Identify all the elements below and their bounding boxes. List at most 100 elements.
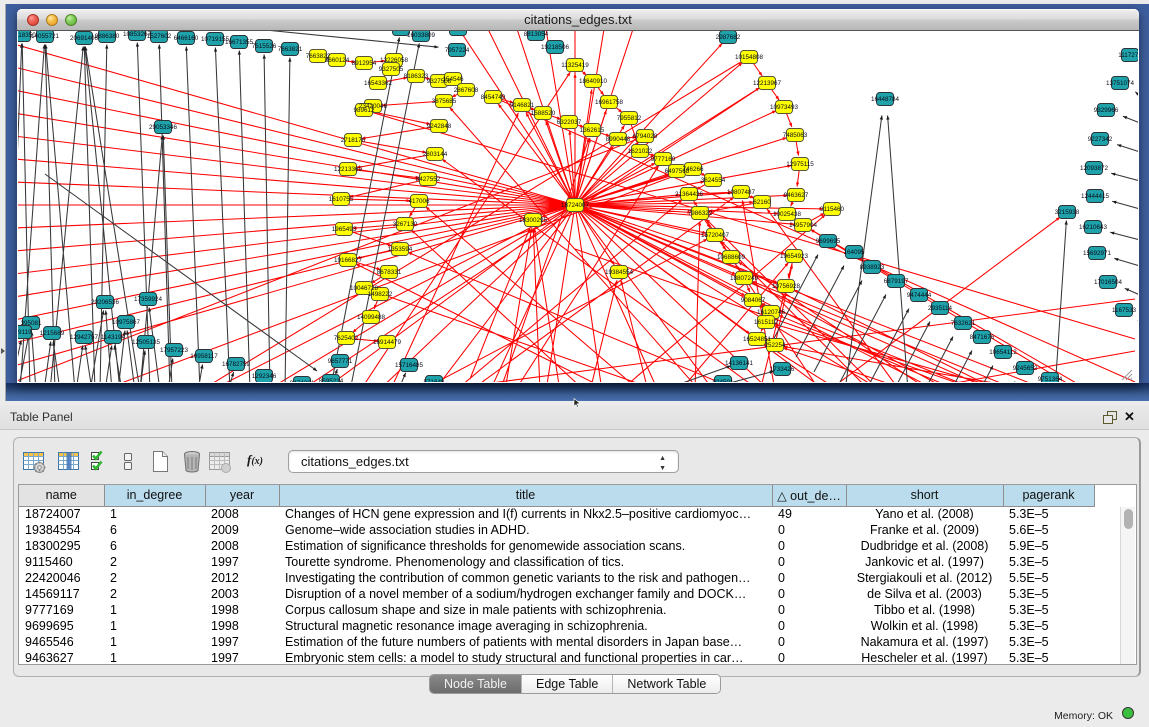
svg-text:10688609: 10688609 (717, 254, 746, 261)
svg-text:9084067: 9084067 (741, 297, 766, 304)
svg-text:15716485: 15716485 (395, 362, 424, 369)
svg-text:1615112: 1615112 (754, 319, 779, 326)
svg-text:2803144: 2803144 (423, 151, 448, 158)
svg-text:19654923: 19654923 (780, 253, 809, 260)
svg-text:7515526: 7515526 (252, 43, 277, 50)
svg-text:924501: 924501 (712, 379, 734, 382)
svg-text:14957904: 14957904 (789, 222, 818, 229)
svg-text:1610755: 1610755 (329, 196, 354, 203)
svg-text:16782759: 16782759 (222, 361, 251, 368)
svg-text:9777169: 9777169 (651, 156, 676, 163)
svg-text:11325419: 11325419 (561, 62, 589, 69)
svg-text:8938923: 8938923 (860, 264, 885, 271)
svg-text:9242848: 9242848 (427, 123, 452, 130)
svg-text:1965493: 1965493 (332, 226, 357, 233)
svg-text:6466160: 6466160 (174, 35, 199, 42)
svg-text:9146821: 9146821 (510, 102, 535, 109)
svg-text:1167533: 1167533 (1112, 307, 1137, 314)
svg-text:12975115: 12975115 (786, 161, 814, 168)
svg-text:29053346: 29053346 (149, 124, 178, 131)
svg-text:14099488: 14099488 (357, 314, 386, 321)
svg-text:9474444: 9474444 (907, 292, 932, 299)
svg-text:14055721: 14055721 (31, 33, 60, 40)
svg-text:1362615: 1362615 (580, 127, 605, 134)
svg-text:18807249: 18807249 (730, 275, 759, 282)
svg-text:8427552: 8427552 (416, 176, 441, 183)
svg-text:7663821: 7663821 (278, 46, 303, 53)
svg-text:9329966: 9329966 (1094, 107, 1119, 114)
svg-text:17016504: 17016504 (1094, 279, 1123, 286)
svg-text:9657771: 9657771 (328, 358, 353, 365)
svg-text:39119: 39119 (18, 329, 32, 336)
svg-text:10654112: 10654112 (989, 349, 1017, 356)
svg-text:10973493: 10973493 (770, 104, 799, 111)
svg-text:19166827: 19166827 (334, 257, 363, 264)
svg-text:395081: 395081 (20, 320, 42, 327)
svg-text:12444415: 12444415 (1081, 193, 1110, 200)
svg-text:10756928: 10756928 (772, 283, 801, 290)
svg-text:13751074: 13751074 (1106, 80, 1135, 87)
svg-text:571648: 571648 (423, 379, 445, 382)
svg-text:18640910: 18640910 (579, 78, 608, 85)
svg-text:7955812: 7955812 (617, 115, 642, 122)
svg-text:6879197: 6879197 (884, 278, 909, 285)
svg-text:16914479: 16914479 (373, 339, 402, 346)
svg-text:1353594: 1353594 (388, 246, 413, 253)
svg-text:7625402: 7625402 (334, 335, 359, 342)
svg-text:9886380: 9886380 (95, 33, 120, 40)
svg-text:7986322: 7986322 (688, 210, 713, 217)
svg-text:1588520: 1588520 (531, 110, 556, 117)
svg-text:3875685: 3875685 (432, 98, 457, 105)
svg-text:2987682: 2987682 (716, 34, 741, 41)
svg-text:12213967: 12213967 (753, 80, 782, 87)
svg-text:20206536: 20206536 (91, 299, 120, 306)
svg-text:8813054: 8813054 (524, 31, 549, 38)
svg-text:9474381: 9474381 (290, 380, 315, 382)
svg-text:18724007: 18724007 (561, 202, 590, 209)
svg-text:164095: 164095 (843, 249, 865, 256)
svg-text:1498222: 1498222 (368, 291, 393, 298)
svg-text:8186323: 8186323 (404, 73, 429, 80)
svg-text:3267130: 3267130 (393, 221, 418, 228)
svg-text:10975867: 10975867 (112, 319, 141, 326)
svg-text:16120746: 16120746 (757, 309, 786, 316)
svg-text:21364436: 21364436 (675, 191, 704, 198)
svg-text:6322037: 6322037 (557, 119, 582, 126)
svg-text:746266: 746266 (682, 166, 704, 173)
svg-text:10958117: 10958117 (190, 353, 218, 360)
svg-text:14136141: 14136141 (725, 360, 754, 367)
svg-text:19384554: 19384554 (605, 269, 634, 276)
svg-text:16210643: 16210643 (1079, 224, 1108, 231)
svg-text:12942757: 12942757 (70, 334, 99, 341)
svg-text:9751364: 9751364 (1038, 376, 1063, 382)
svg-text:16448784: 16448784 (871, 96, 900, 103)
svg-text:9634508: 9634508 (446, 31, 471, 33)
svg-text:154546: 154546 (442, 76, 464, 83)
svg-text:7957224: 7957224 (445, 47, 470, 54)
svg-text:9327505: 9327505 (379, 66, 404, 73)
svg-text:12093872: 12093872 (1080, 165, 1109, 172)
svg-text:8678331: 8678331 (377, 269, 402, 276)
svg-text:62160: 62160 (753, 199, 771, 206)
svg-text:417006: 417006 (408, 198, 430, 205)
svg-text:12213369: 12213369 (334, 166, 363, 173)
svg-text:16543362: 16543362 (364, 80, 393, 87)
svg-text:16961758: 16961758 (595, 99, 624, 106)
svg-text:6794028: 6794028 (633, 133, 658, 140)
svg-text:252254: 252254 (764, 342, 786, 349)
svg-text:16671355: 16671355 (225, 39, 254, 46)
svg-text:18300295: 18300295 (519, 217, 548, 224)
svg-text:2867608: 2867608 (454, 87, 479, 94)
svg-text:8471676: 8471676 (970, 334, 995, 341)
svg-text:10025438: 10025438 (773, 211, 802, 218)
svg-text:15720407: 15720407 (701, 232, 730, 239)
svg-text:7485063: 7485063 (783, 132, 808, 139)
svg-text:17359924: 17359924 (134, 296, 163, 303)
svg-text:1733426: 1733426 (770, 366, 795, 373)
svg-text:16033809: 16033809 (407, 32, 436, 39)
svg-text:19218506: 19218506 (541, 44, 570, 51)
svg-text:8912954: 8912954 (352, 60, 377, 67)
svg-text:1621022: 1621022 (628, 148, 653, 155)
svg-text:2718176: 2718176 (341, 137, 366, 144)
svg-text:3624554: 3624554 (701, 177, 726, 184)
